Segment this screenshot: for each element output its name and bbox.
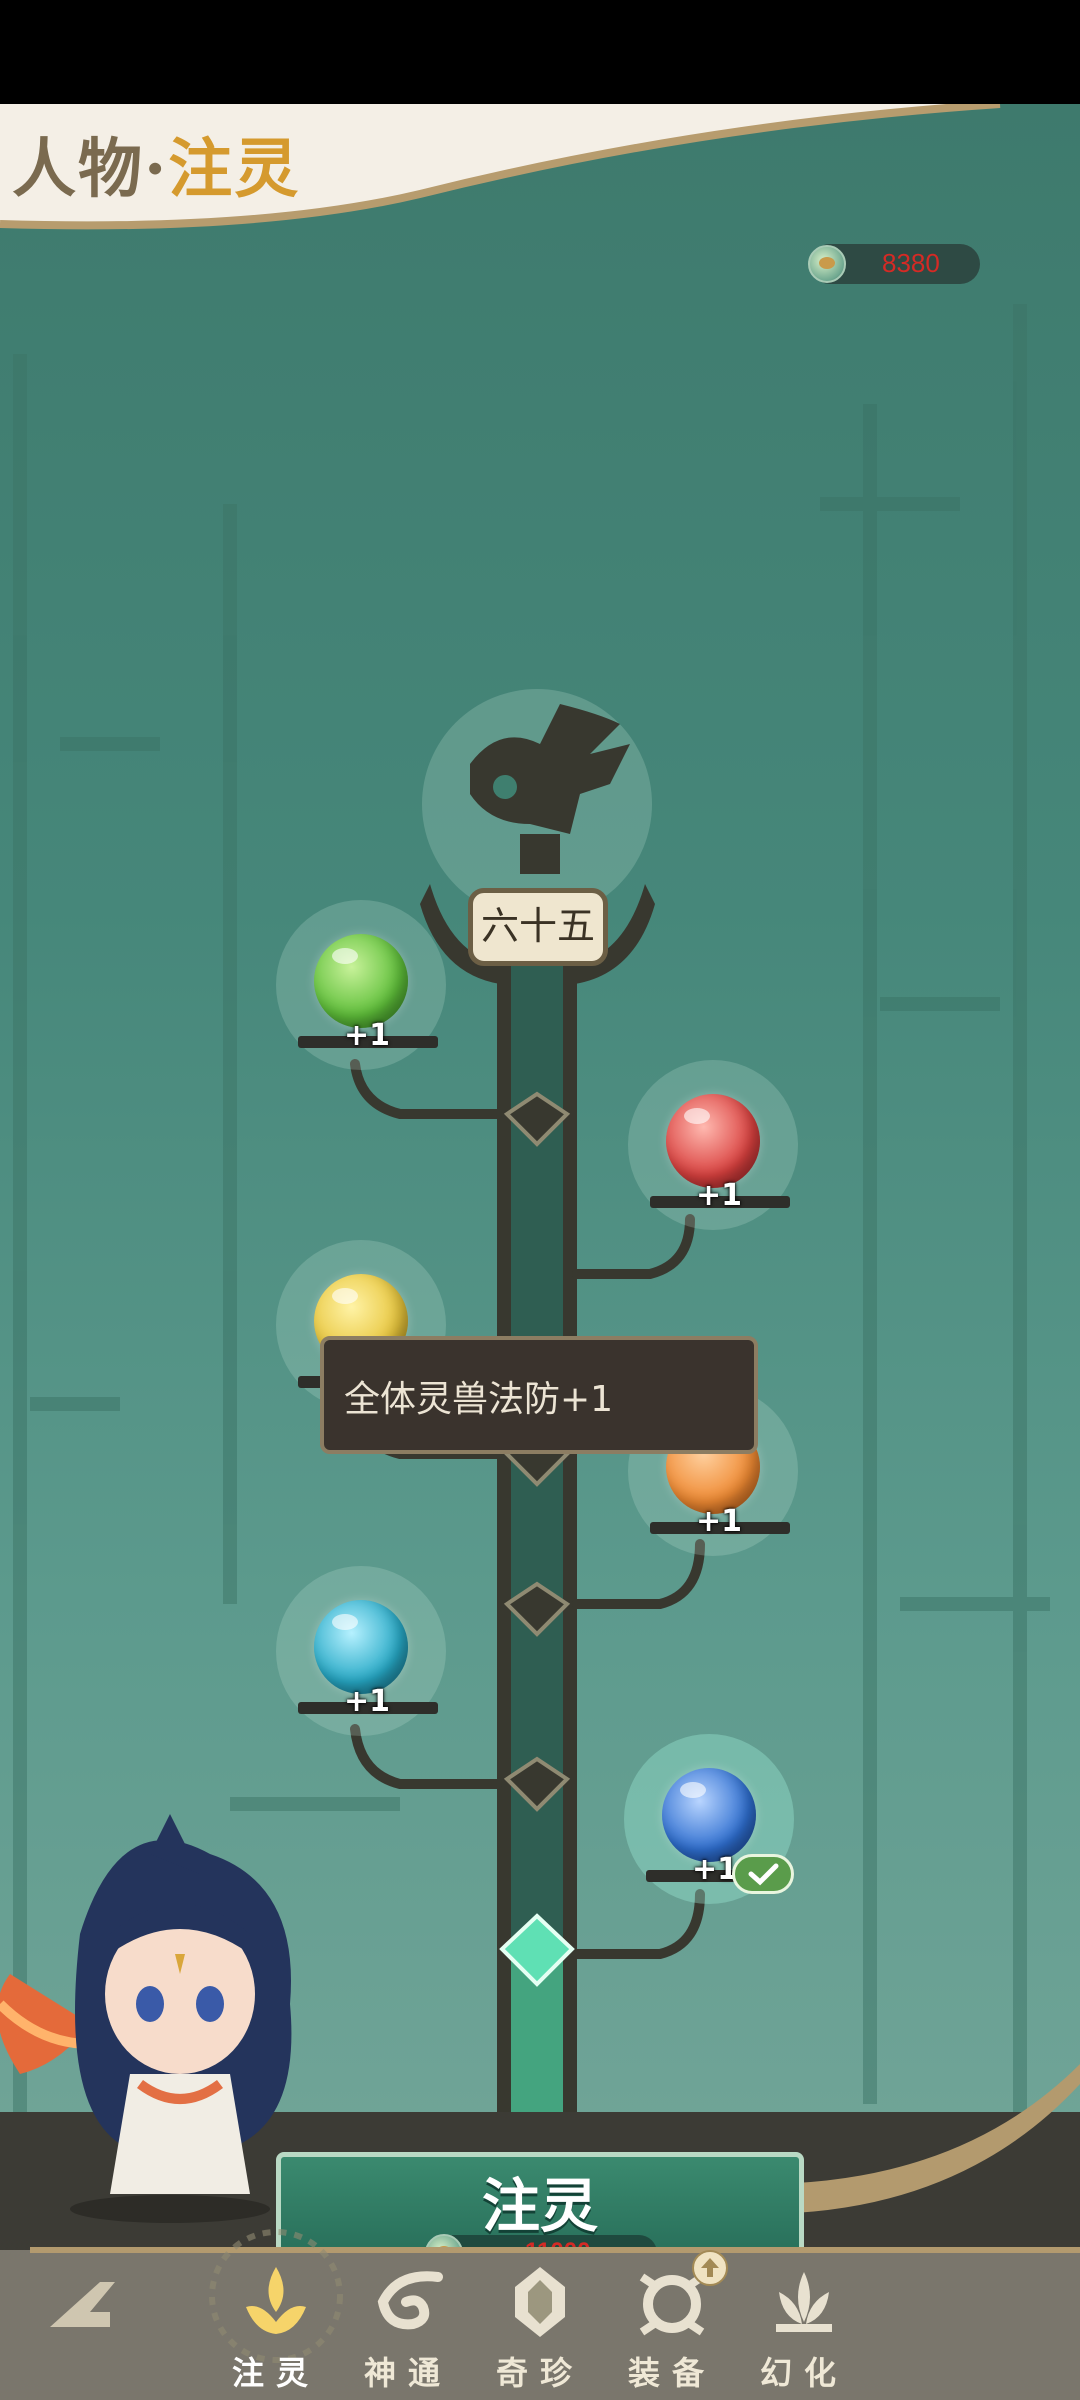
swirl-icon [662,1768,756,1862]
nav-tab-equipment-label: 装备 [627,2354,716,2392]
gem-icon [515,2267,565,2337]
nav-tab-infuse-label: 注灵 [231,2354,320,2392]
orb-bonus: +1 [696,1178,743,1213]
orb-bonus: +1 [692,1852,739,1887]
orb-node-cyan[interactable]: +1 [276,1566,446,1736]
vortex-icon [377,2271,443,2330]
nav-back[interactable] [20,2250,140,2400]
nav-tab-equipment[interactable]: 装备 [612,2250,732,2400]
claw-icon [314,1600,408,1694]
bottom-nav: 注灵 神通 奇珍 装备 幻化 [0,2229,1080,2400]
orb-node-red[interactable]: +1 [628,1060,798,1230]
ground-edge [760,2064,1080,2214]
lotus-icon [776,2272,832,2332]
orb-node-green[interactable]: +1 [276,900,446,1070]
nav-tab-skills[interactable]: 神通 [348,2250,468,2400]
nav-tab-treasures-label: 奇珍 [495,2354,584,2392]
nav-tab-transform[interactable]: 幻化 [744,2250,864,2400]
wind-icon [314,934,408,1028]
orb-bonus: +1 [344,1684,391,1719]
upgrade-badge-icon [692,2250,728,2286]
nav-tab-infuse[interactable]: 注灵 [209,2229,343,2400]
attribute-tooltip: 全体灵兽法防+1 [320,1336,758,1454]
heart-icon [666,1094,760,1188]
status-bar [0,0,1080,104]
game-scene: 人物·注灵 8380 六十五 +1 +1 +1 +1 +1 全体灵兽法防+1 注… [0,104,1080,2400]
orb-bonus: +1 [344,1018,391,1053]
back-arrow-icon [50,2282,115,2327]
nav-tab-transform-label: 幻化 [759,2354,848,2392]
nav-tab-skills-label: 神通 [363,2354,452,2392]
checkmark-icon [732,1854,794,1894]
nav-tab-treasures[interactable]: 奇珍 [480,2250,600,2400]
lotus-flame-icon [246,2267,306,2334]
tooltip-text: 全体灵兽法防+1 [344,1379,614,1420]
level-plate: 六十五 [468,888,608,966]
orb-bonus: +1 [696,1504,743,1539]
